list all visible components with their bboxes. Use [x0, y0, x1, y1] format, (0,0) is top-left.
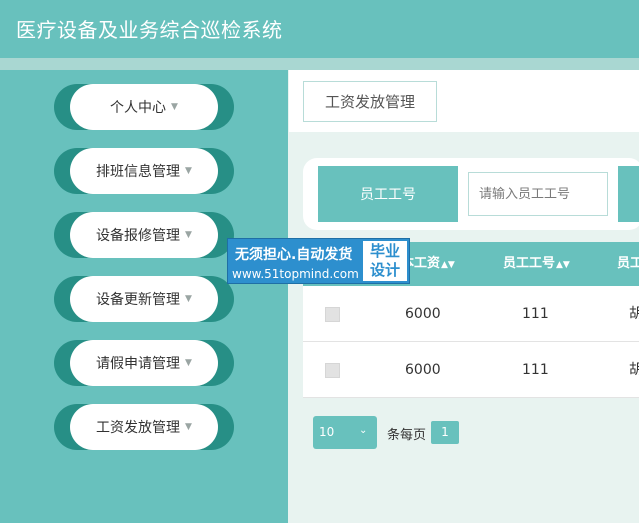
watermark-badge: 毕业 设计: [363, 241, 407, 281]
chevron-down-icon: ▼: [185, 422, 192, 432]
top-header: 医疗设备及业务综合巡检系统: [0, 0, 639, 58]
sidebar-item-label: 设备报修管理: [96, 228, 181, 244]
cell-employee-id: 111: [522, 362, 549, 378]
watermark-slogan: 无须担心.自动发货: [235, 247, 353, 263]
chevron-down-icon: ⌄: [359, 425, 368, 436]
sidebar-item-salary[interactable]: 工资发放管理 ▼: [54, 404, 234, 450]
search-button[interactable]: [618, 166, 639, 222]
sidebar-item-pill[interactable]: 工资发放管理 ▼: [70, 404, 218, 450]
app-title: 医疗设备及业务综合巡检系统: [16, 18, 283, 42]
chevron-down-icon: ▼: [185, 166, 192, 176]
per-page-label: 条每页: [387, 428, 427, 443]
search-label: 员工工号: [318, 166, 458, 222]
page-number-button[interactable]: 1: [431, 421, 459, 444]
breadcrumb-bar: 工资发放管理: [289, 70, 639, 132]
sidebar-item-label: 个人中心: [110, 100, 167, 116]
chevron-down-icon: ▼: [185, 358, 192, 368]
sidebar-item-label: 工资发放管理: [96, 420, 181, 436]
sidebar-item-pill[interactable]: 设备报修管理 ▼: [70, 212, 218, 258]
sidebar-item-pill[interactable]: 设备更新管理 ▼: [70, 276, 218, 322]
sidebar-item-label: 设备更新管理: [96, 292, 181, 308]
cell-employee-name: 胡: [629, 362, 639, 378]
cell-base-salary: 6000: [405, 306, 441, 322]
page-size-value: 10: [319, 425, 335, 439]
sidebar-item-label: 排班信息管理: [96, 164, 181, 180]
row-checkbox[interactable]: [325, 363, 340, 378]
watermark-badge-line1: 毕业: [369, 242, 400, 260]
sidebar-item-schedule[interactable]: 排班信息管理 ▼: [54, 148, 234, 194]
watermark-badge-line2: 设计: [369, 261, 400, 279]
cell-employee-id: 111: [522, 306, 549, 322]
chevron-down-icon: ▼: [185, 230, 192, 240]
column-header-employee-name[interactable]: 员工: [617, 242, 639, 286]
main-content: 工资发放管理 员工工号 本工资▲▼ 员工工号▲▼ 员工 6000 111 胡 6…: [289, 70, 639, 523]
employee-id-search-input[interactable]: [468, 172, 608, 216]
cell-employee-name: 胡: [629, 306, 639, 322]
chevron-down-icon: ▼: [185, 294, 192, 304]
sidebar-item-pill[interactable]: 个人中心 ▼: [70, 84, 218, 130]
header-divider-strip: [0, 58, 639, 70]
row-checkbox[interactable]: [325, 307, 340, 322]
sidebar: 个人中心 ▼ 排班信息管理 ▼ 设备报修管理 ▼ 设备更新管理 ▼ 请假申请管理…: [0, 70, 288, 523]
watermark-banner: 无须担心.自动发货 www.51topmind.com 毕业 设计: [227, 238, 410, 284]
sidebar-item-equipment-update[interactable]: 设备更新管理 ▼: [54, 276, 234, 322]
sidebar-item-repair[interactable]: 设备报修管理 ▼: [54, 212, 234, 258]
column-header-employee-id[interactable]: 员工工号▲▼: [503, 242, 570, 286]
sort-icon: ▲▼: [441, 260, 455, 270]
sidebar-item-pill[interactable]: 请假申请管理 ▼: [70, 340, 218, 386]
breadcrumb[interactable]: 工资发放管理: [303, 81, 437, 122]
search-panel: 员工工号: [303, 158, 639, 230]
table-row: 6000 111 胡: [303, 342, 639, 398]
table-row: 6000 111 胡: [303, 286, 639, 342]
page-size-select[interactable]: 10 ⌄: [313, 416, 377, 449]
chevron-down-icon: ▼: [171, 102, 178, 112]
watermark-url: www.51topmind.com: [232, 267, 359, 281]
cell-base-salary: 6000: [405, 362, 441, 378]
sidebar-item-pill[interactable]: 排班信息管理 ▼: [70, 148, 218, 194]
sort-icon: ▲▼: [556, 260, 570, 270]
sidebar-item-personal-center[interactable]: 个人中心 ▼: [54, 84, 234, 130]
sidebar-item-leave[interactable]: 请假申请管理 ▼: [54, 340, 234, 386]
sidebar-item-label: 请假申请管理: [96, 356, 181, 372]
